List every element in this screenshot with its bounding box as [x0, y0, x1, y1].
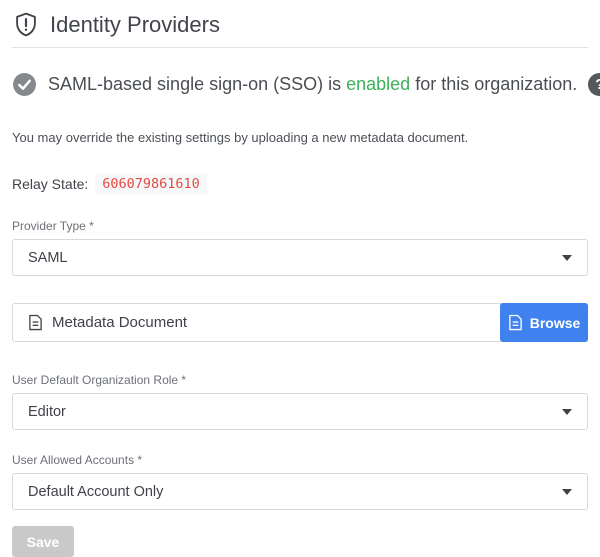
provider-type-field: Provider Type * SAML [12, 219, 588, 276]
page-header: Identity Providers [12, 0, 588, 48]
relay-state-row: Relay State: 606079861610 [12, 173, 588, 195]
page-title: Identity Providers [50, 12, 220, 38]
sso-status-highlight: enabled [346, 74, 410, 94]
save-button[interactable]: Save [12, 526, 74, 557]
chevron-down-icon [562, 255, 572, 261]
sso-status-text: SAML-based single sign-on (SSO) is enabl… [48, 74, 577, 95]
override-description: You may override the existing settings b… [12, 130, 588, 145]
org-role-value: Editor [28, 404, 66, 420]
browse-button[interactable]: Browse [500, 303, 588, 342]
sso-status-row: SAML-based single sign-on (SSO) is enabl… [12, 72, 588, 97]
org-role-field: User Default Organization Role * Editor [12, 373, 588, 430]
chevron-down-icon [562, 489, 572, 495]
allowed-accounts-field: User Allowed Accounts * Default Account … [12, 453, 588, 510]
allowed-accounts-label: User Allowed Accounts * [12, 453, 588, 467]
org-role-label: User Default Organization Role * [12, 373, 588, 387]
check-circle-icon [12, 72, 37, 97]
question-circle-icon[interactable]: ? [588, 73, 600, 96]
org-role-select[interactable]: Editor [12, 393, 588, 430]
relay-state-label: Relay State: [12, 176, 88, 192]
allowed-accounts-value: Default Account Only [28, 484, 163, 500]
provider-type-value: SAML [28, 250, 68, 266]
relay-state-value: 606079861610 [95, 173, 207, 195]
provider-type-label: Provider Type * [12, 219, 588, 233]
shield-exclamation-icon [13, 11, 39, 38]
allowed-accounts-select[interactable]: Default Account Only [12, 473, 588, 510]
provider-type-select[interactable]: SAML [12, 239, 588, 276]
chevron-down-icon [562, 409, 572, 415]
sso-text-prefix: SAML-based single sign-on (SSO) is [48, 74, 346, 94]
metadata-document-placeholder: Metadata Document [52, 314, 187, 331]
metadata-document-placeholder-wrap: Metadata Document [13, 314, 187, 331]
browse-button-label: Browse [530, 315, 581, 331]
metadata-document-upload[interactable]: Metadata Document Browse [12, 303, 588, 342]
sso-text-suffix: for this organization. [410, 74, 577, 94]
identity-providers-page: Identity Providers SAML-based single sig… [0, 0, 600, 557]
document-icon [28, 314, 43, 331]
document-icon [508, 314, 523, 331]
